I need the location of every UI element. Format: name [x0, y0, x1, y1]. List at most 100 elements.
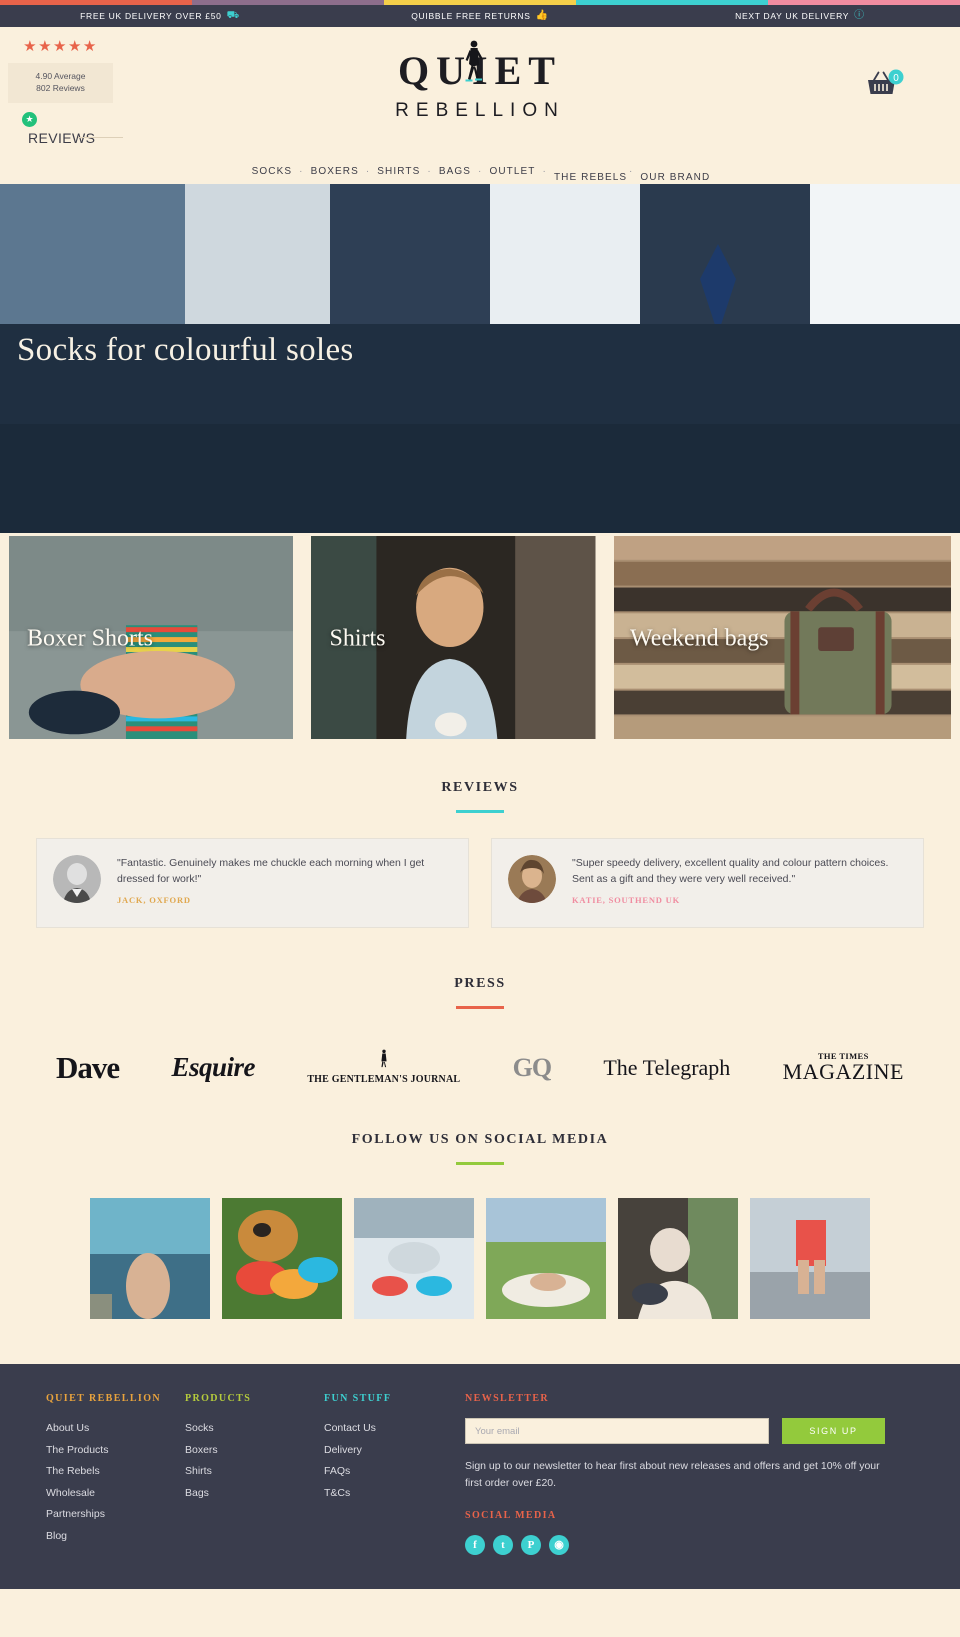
shopping-basket-button[interactable]: 0 [864, 67, 908, 101]
press-logo-gq[interactable]: GQ [513, 1054, 552, 1081]
footer-link-partnerships[interactable]: Partnerships [46, 1504, 185, 1526]
newsletter-email-input[interactable] [465, 1418, 769, 1444]
review-author: JACK, OXFORD [117, 894, 191, 905]
press-logo-esquire[interactable]: Esquire [171, 1054, 255, 1081]
social-post-grid [0, 1165, 960, 1319]
review-author: KATIE, SOUTHEND UK [572, 894, 680, 905]
press-logo-telegraph[interactable]: The Telegraph [603, 1054, 731, 1080]
basket-count: 0 [893, 73, 899, 84]
walking-man-logo-icon [465, 40, 483, 82]
footer-link-socks[interactable]: Socks [185, 1418, 324, 1440]
press-section: PRESS Dave Esquire THE GENTLEMAN'S JOURNAL… [0, 928, 960, 1086]
nav-item-boxers[interactable]: BOXERS [311, 166, 359, 177]
facebook-icon[interactable]: f [465, 1534, 485, 1555]
reviews-section-header: REVIEWS [0, 780, 960, 813]
tile-weekend-bags[interactable]: Weekend bags [613, 536, 951, 741]
promo-item-label: NEXT DAY UK DELIVERY [735, 11, 850, 21]
nav-item-shirts[interactable]: SHIRTS [377, 166, 420, 177]
clock-icon: ⓘ [854, 10, 865, 21]
footer-social-icons: f t P ◉ [465, 1534, 885, 1555]
nav-separator: · [628, 166, 634, 177]
site-logo[interactable]: QUIET REBELLION [0, 40, 960, 122]
footer-column-heading: PRODUCTS [185, 1393, 252, 1404]
nav-item-outlet[interactable]: OUTLET [489, 166, 535, 177]
promo-item-2[interactable]: QUIBBLE FREE RETURNS 👍 [320, 10, 640, 22]
nav-item-socks[interactable]: SOCKS [252, 166, 293, 177]
promo-stripe-1 [0, 0, 192, 5]
promo-stripe-2 [192, 0, 384, 5]
footer-column-fun-stuff: FUN STUFF Contact Us Delivery FAQs T&Cs [324, 1393, 463, 1555]
footer-column-heading: FUN STUFF [324, 1393, 392, 1404]
footer-link-contact-us[interactable]: Contact Us [324, 1418, 463, 1440]
review-quote: "Fantastic. Genuinely makes me chuckle e… [117, 857, 425, 886]
press-logo-text: THE GENTLEMAN'S JOURNAL [307, 1074, 461, 1085]
logo-wordmark-quiet: QUIET [398, 40, 562, 91]
hero-title: Socks for colourful soles [17, 332, 354, 368]
instagram-icon[interactable]: ◉ [549, 1534, 569, 1555]
tile-boxer-shorts-photo [9, 536, 294, 741]
footer-link-the-rebels[interactable]: The Rebels [46, 1461, 185, 1483]
avatar [508, 855, 556, 903]
nav-item-bags[interactable]: BAGS [439, 166, 471, 177]
social-post-6[interactable] [750, 1198, 870, 1319]
reviews-badge-label: REVIEWS [22, 130, 123, 146]
press-logo-text: Dave [56, 1050, 120, 1085]
promo-bar: FREE UK DELIVERY OVER £50 ⛟ QUIBBLE FREE R… [0, 5, 960, 27]
hero-banner[interactable]: Socks for colourful soles [0, 184, 960, 533]
promo-stripe-4 [576, 0, 768, 5]
social-section-title: FOLLOW US ON SOCIAL MEDIA [351, 1132, 609, 1147]
press-logo-text: The Telegraph [603, 1054, 731, 1080]
review-card: "Super speedy delivery, excellent qualit… [491, 838, 924, 928]
tile-weekend-bags-label: Weekend bags [629, 625, 769, 651]
press-section-title: PRESS [454, 976, 506, 991]
promo-item-label: FREE UK DELIVERY OVER £50 [80, 11, 222, 21]
press-logo-times-magazine[interactable]: THE TIMES MAGAZINE [783, 1052, 904, 1084]
tile-shirts-photo [311, 536, 596, 741]
footer-link-shirts[interactable]: Shirts [185, 1461, 324, 1483]
footer-link-blog[interactable]: Blog [46, 1526, 185, 1548]
customer-reviews-section: REVIEWS "Fantastic. Genuinely makes me c… [0, 741, 960, 928]
press-logo-list: Dave Esquire THE GENTLEMAN'S JOURNAL GQ The … [0, 1009, 960, 1086]
footer-link-about-us[interactable]: About Us [46, 1418, 185, 1440]
social-post-4[interactable] [486, 1198, 606, 1319]
press-logo-dave[interactable]: Dave [56, 1050, 120, 1085]
newsletter-signup-button[interactable]: SIGN UP [782, 1418, 885, 1444]
truck-icon: ⛟ [226, 10, 240, 21]
avatar [53, 855, 101, 903]
tile-weekend-bags-photo [613, 536, 951, 741]
footer-link-delivery[interactable]: Delivery [324, 1440, 463, 1462]
footer-newsletter-column: NEWSLETTER SIGN UP Sign up to our newslett… [465, 1393, 885, 1555]
review-quote: "Super speedy delivery, excellent qualit… [572, 857, 889, 886]
footer-link-boxers[interactable]: Boxers [185, 1440, 324, 1462]
pinterest-icon[interactable]: P [521, 1534, 541, 1555]
footer-link-the-products[interactable]: The Products [46, 1440, 185, 1462]
footer-link-wholesale[interactable]: Wholesale [46, 1483, 185, 1505]
social-media-heading: SOCIAL MEDIA [465, 1509, 557, 1521]
review-card-list: "Fantastic. Genuinely makes me chuckle e… [0, 813, 960, 928]
tile-boxer-shorts[interactable]: Boxer Shorts [9, 536, 294, 741]
twitter-icon[interactable]: t [493, 1534, 513, 1555]
social-post-5[interactable] [618, 1198, 738, 1319]
social-post-2[interactable] [222, 1198, 342, 1319]
social-post-3[interactable] [354, 1198, 474, 1319]
footer-link-bags[interactable]: Bags [185, 1483, 324, 1505]
press-logo-gentlemans-journal[interactable]: THE GENTLEMAN'S JOURNAL [307, 1049, 460, 1086]
tile-boxer-shorts-label: Boxer Shorts [27, 625, 153, 651]
nav-separator: · [299, 166, 304, 177]
social-post-1[interactable] [90, 1198, 210, 1319]
category-tiles: Boxer Shorts Shirts Weekend bags [0, 533, 960, 741]
promo-item-3[interactable]: NEXT DAY UK DELIVERY ⓘ [640, 10, 960, 22]
promo-item-1[interactable]: FREE UK DELIVERY OVER £50 ⛟ [0, 10, 320, 22]
newsletter-copy: Sign up to our newsletter to hear first … [465, 1460, 880, 1490]
promo-stripe-5 [768, 0, 960, 5]
footer-link-faqs[interactable]: FAQs [324, 1461, 463, 1483]
social-section-header: FOLLOW US ON SOCIAL MEDIA [0, 1132, 960, 1165]
logo-wordmark-rebellion: REBELLION [395, 100, 565, 121]
footer-link-t-cs[interactable]: T&Cs [324, 1483, 463, 1505]
shopping-basket-icon: 0 [868, 69, 904, 94]
tile-shirts[interactable]: Shirts [311, 536, 596, 741]
press-section-header: PRESS [0, 976, 960, 1009]
thumbs-up-icon: 👍 [535, 10, 549, 21]
nav-separator: · [365, 166, 371, 177]
nav-separator: · [427, 166, 432, 177]
